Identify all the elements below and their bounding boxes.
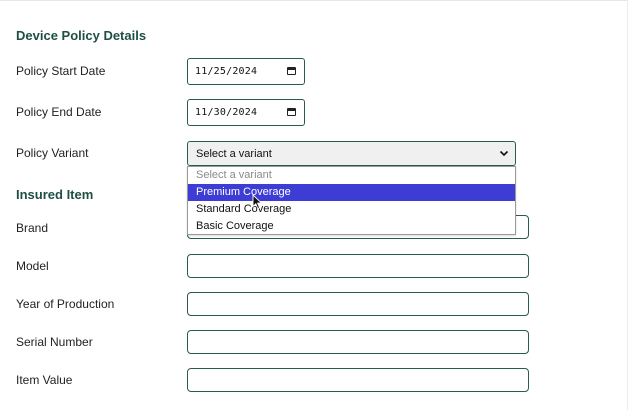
serial-number-label: Serial Number (16, 335, 93, 349)
variant-option-premium[interactable]: Premium Coverage (188, 184, 515, 201)
policy-variant-dropdown: Select a variant Premium Coverage Standa… (187, 166, 516, 235)
policy-end-date-value: 11/30/2024 (195, 107, 258, 118)
policy-variant-select[interactable]: Select a variant (187, 141, 516, 166)
variant-option-standard[interactable]: Standard Coverage (188, 201, 515, 218)
policy-start-date-input[interactable]: 11/25/2024 (187, 58, 305, 85)
calendar-icon[interactable] (287, 67, 296, 75)
device-policy-heading: Device Policy Details (16, 28, 147, 43)
variant-option-basic[interactable]: Basic Coverage (188, 218, 515, 235)
policy-start-date-label: Policy Start Date (16, 64, 106, 78)
year-of-production-label: Year of Production (16, 297, 115, 311)
policy-variant-label: Policy Variant (16, 146, 89, 160)
item-value-label: Item Value (16, 373, 73, 387)
mouse-cursor-icon (252, 194, 263, 210)
brand-label: Brand (16, 221, 49, 235)
policy-end-date-label: Policy End Date (16, 105, 102, 119)
serial-number-input[interactable] (187, 330, 529, 354)
model-input[interactable] (187, 254, 529, 278)
policy-form-card: Device Policy Details Policy Start Date … (0, 0, 628, 410)
policy-variant-selected: Select a variant (196, 147, 272, 160)
calendar-icon[interactable] (287, 108, 296, 116)
item-value-input[interactable] (187, 368, 529, 392)
policy-end-date-input[interactable]: 11/30/2024 (187, 99, 305, 126)
chevron-down-icon (499, 150, 509, 157)
variant-option-placeholder: Select a variant (196, 169, 272, 181)
insured-item-heading: Insured Item (16, 187, 94, 202)
year-of-production-input[interactable] (187, 292, 529, 316)
policy-start-date-value: 11/25/2024 (195, 66, 258, 77)
model-label: Model (16, 259, 49, 273)
